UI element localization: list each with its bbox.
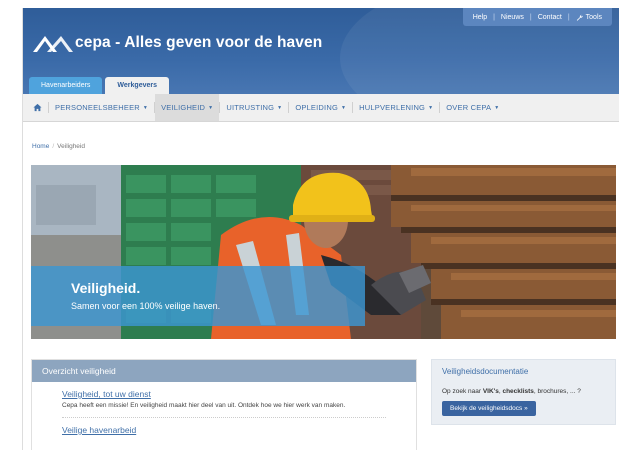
- overview-panel: Overzicht veiligheid Veiligheid, tot uw …: [31, 359, 417, 450]
- brand-name: cepa - Alles geven voor de haven: [75, 34, 323, 51]
- home-icon: [33, 103, 42, 112]
- docs-title: Veiligheidsdocumentatie: [442, 367, 529, 376]
- page-frame: Help | Nieuws | Contact | Tools cepa - A…: [22, 8, 619, 450]
- tools-link[interactable]: Tools: [576, 14, 602, 21]
- hero-subtitle: Samen voor een 100% veilige haven.: [71, 301, 221, 311]
- caret-down-icon: ▼: [340, 104, 347, 111]
- nav-over-cepa[interactable]: Over Cepa ▼: [440, 94, 505, 121]
- docs-box: Veiligheidsdocumentatie Op zoek naar VIK…: [431, 359, 616, 425]
- tab-werkgevers[interactable]: Werkgevers: [105, 77, 169, 94]
- main-nav: Personeelsbeheer ▼ Veiligheid ▼ Uitrusting…: [23, 94, 619, 122]
- view-docs-button[interactable]: Bekijk de veiligheidsdocs »: [442, 401, 536, 416]
- wrench-icon: [576, 14, 583, 21]
- cepa-logo-icon: [33, 36, 73, 52]
- nav-home[interactable]: [27, 94, 48, 121]
- caret-down-icon: ▼: [208, 104, 214, 111]
- caret-down-icon: ▼: [494, 104, 500, 111]
- hero-banner: Veiligheid. Samen voor een 100% veilige …: [31, 165, 616, 339]
- list-item: Veiligheid, tot uw dienst Cepa heeft een…: [32, 382, 416, 409]
- caret-down-icon: ▼: [277, 104, 283, 111]
- tab-havenarbeiders[interactable]: Havenarbeiders: [29, 77, 103, 94]
- hero-caption: Veiligheid. Samen voor een 100% veilige …: [31, 266, 365, 326]
- overview-desc: Cepa heeft een missie! En veiligheid maa…: [62, 402, 346, 409]
- site-header: Help | Nieuws | Contact | Tools cepa - A…: [23, 8, 619, 94]
- overview-link-havenarbeid[interactable]: Veilige havenarbeid: [62, 425, 416, 435]
- nav-uitrusting[interactable]: Uitrusting ▼: [220, 94, 288, 121]
- overview-heading: Overzicht veiligheid: [32, 360, 416, 382]
- tools-label: Tools: [585, 13, 602, 21]
- contact-link[interactable]: Contact: [538, 14, 562, 21]
- overview-link-veiligheid[interactable]: Veiligheid, tot uw dienst: [62, 389, 416, 399]
- breadcrumb-home[interactable]: Home: [32, 143, 49, 150]
- breadcrumb-current: Veiligheid: [57, 143, 85, 150]
- caret-down-icon: ▼: [428, 104, 434, 111]
- caret-down-icon: ▼: [142, 104, 149, 111]
- audience-tabs: Havenarbeiders Werkgevers: [29, 77, 169, 94]
- site-logo[interactable]: cepa - Alles geven voor de haven: [31, 32, 322, 54]
- hero-title: Veiligheid.: [71, 280, 141, 296]
- breadcrumb: Home / Veiligheid: [32, 143, 85, 150]
- news-link[interactable]: Nieuws: [501, 14, 524, 21]
- nav-personeelsbeheer[interactable]: Personeelsbeheer ▼: [49, 94, 154, 121]
- utility-bar: Help | Nieuws | Contact | Tools: [462, 8, 612, 26]
- nav-veiligheid[interactable]: Veiligheid ▼: [155, 94, 220, 121]
- nav-opleiding[interactable]: Opleiding ▼: [289, 94, 352, 121]
- nav-hulpverlening[interactable]: Hulpverlening ▼: [353, 94, 439, 121]
- help-link[interactable]: Help: [473, 14, 487, 21]
- list-item: Veilige havenarbeid: [32, 418, 416, 435]
- docs-text: Op zoek naar VIK's, checklists, brochure…: [442, 388, 581, 395]
